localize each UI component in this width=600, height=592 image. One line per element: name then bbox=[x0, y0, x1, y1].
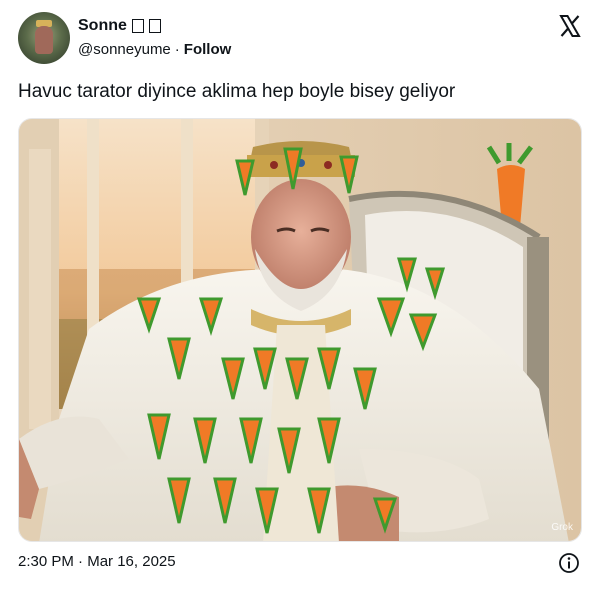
avatar-figure bbox=[35, 26, 53, 54]
tweet-image[interactable]: Grok bbox=[18, 118, 582, 542]
display-name[interactable]: Sonne bbox=[78, 16, 127, 36]
grok-watermark: Grok bbox=[551, 522, 573, 533]
timestamp-separator: · bbox=[78, 553, 84, 570]
carrot-king-image bbox=[19, 119, 581, 541]
follow-button[interactable]: Follow bbox=[184, 41, 232, 58]
tweet-text: Havuc tarator diyince aklima hep boyle b… bbox=[18, 81, 456, 102]
tweet-header: Sonne @sonneyume · Follow bbox=[18, 12, 582, 66]
handle[interactable]: @sonneyume bbox=[78, 41, 171, 58]
handle-row: @sonneyume · Follow bbox=[78, 39, 231, 61]
handle-separator: · bbox=[174, 41, 180, 58]
time: 2:30 PM bbox=[18, 553, 74, 570]
timestamp[interactable]: 2:30 PM · Mar 16, 2025 bbox=[18, 553, 176, 570]
tweet-footer: 2:30 PM · Mar 16, 2025 bbox=[18, 552, 582, 574]
emoji-placeholder-icon bbox=[148, 19, 161, 33]
name-row: Sonne bbox=[78, 16, 231, 36]
emoji-placeholder-icon bbox=[131, 19, 144, 33]
date: Mar 16, 2025 bbox=[87, 553, 176, 570]
info-icon[interactable] bbox=[558, 552, 580, 574]
x-logo-icon[interactable] bbox=[558, 14, 582, 38]
author-info: Sonne @sonneyume · Follow bbox=[78, 16, 231, 61]
avatar[interactable] bbox=[18, 12, 70, 64]
